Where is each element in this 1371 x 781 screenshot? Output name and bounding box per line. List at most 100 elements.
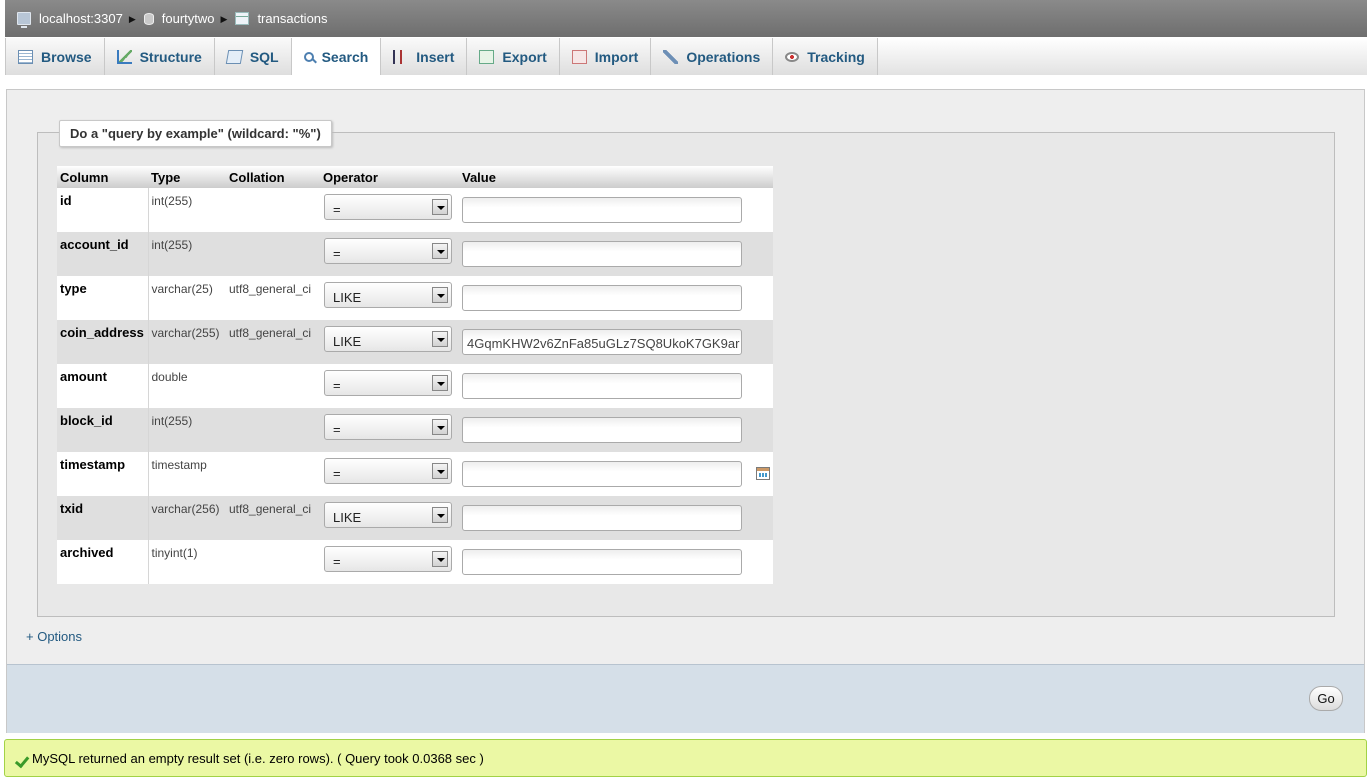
chevron-down-icon[interactable] — [432, 287, 448, 303]
operator-value: LIKE — [333, 334, 362, 349]
operator-value: = — [333, 378, 341, 393]
chevron-down-icon[interactable] — [432, 507, 448, 523]
column-collation — [226, 232, 320, 276]
operator-select[interactable]: = — [324, 194, 452, 220]
structure-icon — [116, 49, 132, 64]
table-row: type varchar(25) utf8_general_ci LIKE — [57, 276, 773, 320]
chevron-down-icon[interactable] — [432, 199, 448, 215]
column-name: archived — [57, 540, 148, 584]
column-type: tinyint(1) — [147, 540, 226, 584]
tab-browse[interactable]: Browse — [5, 38, 105, 75]
table-icon — [235, 12, 250, 25]
success-message: MySQL returned an empty result set (i.e.… — [4, 739, 1367, 777]
options-link[interactable]: + Options — [26, 629, 82, 644]
tab-sql[interactable]: SQL — [214, 38, 292, 75]
tab-export-label: Export — [502, 48, 547, 65]
tab-operations[interactable]: Operations — [651, 38, 774, 75]
header-value: Value — [459, 166, 773, 188]
column-collation: utf8_general_ci — [226, 496, 320, 540]
query-by-example-fieldset: Do a "query by example" (wildcard: "%") … — [37, 120, 1335, 617]
breadcrumb-server-label[interactable]: localhost:3307 — [39, 11, 123, 26]
tab-search[interactable]: Search — [291, 38, 382, 75]
header-collation: Collation — [226, 166, 320, 188]
value-input[interactable] — [462, 461, 742, 487]
column-name: block_id — [57, 408, 148, 452]
column-name: type — [57, 276, 148, 320]
breadcrumb-table[interactable]: transactions — [235, 11, 328, 26]
check-icon — [13, 752, 27, 764]
database-icon — [143, 12, 154, 25]
tab-search-label: Search — [321, 48, 369, 65]
export-icon — [479, 49, 495, 64]
sql-icon — [225, 49, 244, 64]
column-type: int(255) — [147, 408, 226, 452]
value-input[interactable] — [462, 417, 742, 443]
value-input[interactable] — [462, 285, 742, 311]
chevron-down-icon[interactable] — [432, 551, 448, 567]
operator-value: = — [333, 554, 341, 569]
tab-insert[interactable]: Insert — [381, 38, 468, 75]
table-row: timestamp timestamp = — [57, 452, 773, 496]
tab-tracking-label: Tracking — [807, 48, 865, 65]
search-form: Do a "query by example" (wildcard: "%") … — [6, 89, 1365, 733]
breadcrumb-separator-icon: ▶ — [220, 14, 228, 24]
tab-sql-label: SQL — [249, 48, 279, 65]
tab-structure[interactable]: Structure — [104, 38, 215, 75]
chevron-down-icon[interactable] — [432, 419, 448, 435]
operator-select[interactable]: LIKE — [324, 326, 452, 352]
chevron-down-icon[interactable] — [432, 375, 448, 391]
tab-export[interactable]: Export — [467, 38, 560, 75]
value-input[interactable] — [462, 549, 742, 575]
tab-insert-label: Insert — [416, 48, 455, 65]
tab-structure-label: Structure — [139, 48, 202, 65]
operator-select[interactable]: = — [324, 238, 452, 264]
operator-value: LIKE — [333, 290, 362, 305]
column-name: txid — [57, 496, 148, 540]
breadcrumb-database-label[interactable]: fourtytwo — [162, 11, 215, 26]
operator-value: = — [333, 422, 341, 437]
tab-operations-label: Operations — [686, 48, 761, 65]
table-row: id int(255) = — [57, 188, 773, 232]
import-icon — [571, 49, 587, 64]
breadcrumb-table-label[interactable]: transactions — [257, 11, 327, 26]
column-type: varchar(256) — [147, 496, 226, 540]
breadcrumb-separator-icon: ▶ — [128, 14, 136, 24]
operator-select[interactable]: = — [324, 370, 452, 396]
header-operator: Operator — [320, 166, 459, 188]
table-row: archived tinyint(1) = — [57, 540, 773, 584]
operator-select[interactable]: LIKE — [324, 282, 452, 308]
value-input[interactable] — [462, 197, 742, 223]
value-input[interactable] — [462, 241, 742, 267]
fieldset-legend: Do a "query by example" (wildcard: "%") — [59, 120, 332, 147]
column-type: int(255) — [147, 188, 226, 232]
tab-import[interactable]: Import — [559, 38, 652, 75]
value-input[interactable] — [462, 505, 742, 531]
breadcrumb-server[interactable]: localhost:3307 ▶ — [17, 11, 144, 28]
tab-tracking[interactable]: Tracking — [773, 38, 878, 75]
chevron-down-icon[interactable] — [432, 243, 448, 259]
column-type: varchar(25) — [147, 276, 226, 320]
calendar-icon[interactable] — [756, 467, 770, 480]
header-type: Type — [148, 166, 226, 188]
column-collation — [226, 408, 320, 452]
operator-value: = — [333, 246, 341, 261]
operator-select[interactable]: = — [324, 414, 452, 440]
search-criteria-table: Column Type Collation Operator Value id … — [57, 166, 773, 584]
column-collation: utf8_general_ci — [226, 276, 320, 320]
column-name: coin_address — [57, 320, 148, 364]
operator-select[interactable]: = — [324, 458, 452, 484]
breadcrumb: localhost:3307 ▶ fourtytwo ▶ transaction… — [5, 0, 1367, 37]
go-button[interactable]: Go — [1309, 686, 1343, 711]
value-input[interactable] — [462, 373, 742, 399]
operator-select[interactable]: LIKE — [324, 502, 452, 528]
form-footer: Go — [7, 664, 1364, 733]
operator-value: LIKE — [333, 510, 362, 525]
table-row: txid varchar(256) utf8_general_ci LIKE — [57, 496, 773, 540]
breadcrumb-database[interactable]: fourtytwo ▶ — [143, 11, 236, 26]
server-icon — [17, 12, 31, 28]
chevron-down-icon[interactable] — [432, 463, 448, 479]
operator-select[interactable]: = — [324, 546, 452, 572]
chevron-down-icon[interactable] — [432, 331, 448, 347]
value-input[interactable]: 4GqmKHW2v6ZnFa85uGLz7SQ8UkoK7GK9ar — [462, 329, 742, 355]
table-row: amount double = — [57, 364, 773, 408]
